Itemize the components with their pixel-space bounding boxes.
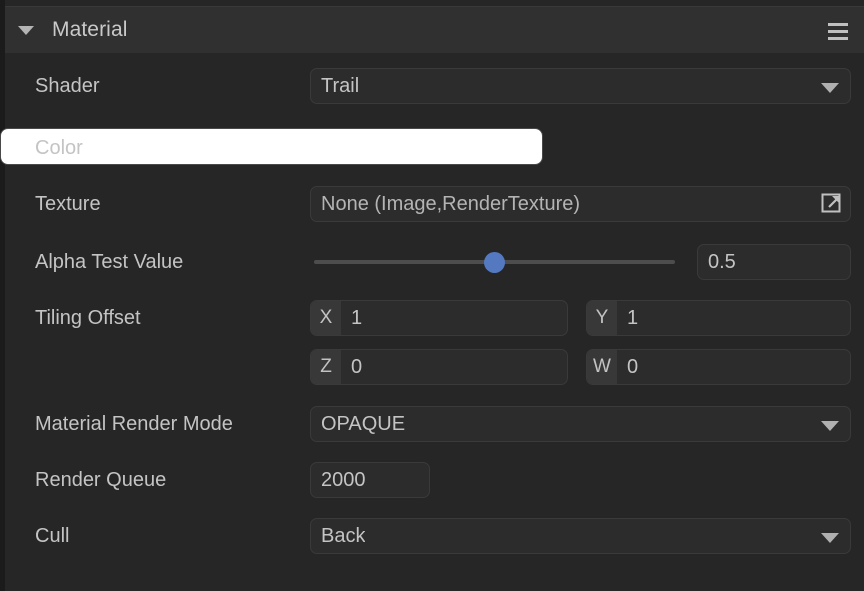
label-render-queue: Render Queue — [35, 460, 166, 500]
hamburger-bar — [828, 23, 848, 26]
texture-object-value: None (Image,RenderTexture) — [321, 187, 580, 221]
render-queue-value: 2000 — [321, 463, 366, 497]
label-alpha-test-value: Alpha Test Value — [35, 242, 183, 282]
label-shader: Shader — [35, 66, 100, 106]
label-material-render-mode: Material Render Mode — [35, 404, 233, 444]
tiling-offset-x-value: 1 — [351, 301, 362, 335]
label-tiling-offset: Tiling Offset — [35, 298, 141, 338]
tiling-offset-w-value: 0 — [627, 350, 638, 384]
tiling-offset-y-value: 1 — [627, 301, 638, 335]
triangle-down-icon[interactable] — [18, 26, 34, 35]
render-queue-input[interactable]: 2000 — [310, 462, 430, 498]
row-tiling-offset: Tiling Offset X 1 Y 1 — [0, 298, 864, 338]
chevron-down-icon — [821, 421, 839, 431]
axis-label-y: Y — [587, 301, 617, 335]
alpha-test-value-input[interactable]: 0.5 — [697, 244, 851, 280]
chevron-down-icon — [821, 533, 839, 543]
material-render-mode-value: OPAQUE — [321, 407, 405, 441]
axis-label-z: Z — [311, 350, 341, 384]
label-texture: Texture — [35, 184, 101, 224]
label-color: Color — [35, 128, 83, 168]
row-material-render-mode: Material Render Mode OPAQUE — [0, 404, 864, 444]
alpha-test-value-text: 0.5 — [708, 245, 736, 279]
chevron-down-icon — [821, 83, 839, 93]
label-cull: Cull — [35, 516, 69, 556]
shader-dropdown[interactable]: Trail — [310, 68, 851, 104]
row-render-queue: Render Queue 2000 — [0, 460, 864, 500]
hamburger-bar — [828, 30, 848, 33]
row-cull: Cull Back — [0, 516, 864, 556]
row-texture: Texture None (Image,RenderTexture) — [0, 184, 864, 224]
object-picker-icon[interactable] — [820, 192, 844, 216]
tiling-offset-w-field[interactable]: W 0 — [586, 349, 851, 385]
material-render-mode-dropdown[interactable]: OPAQUE — [310, 406, 851, 442]
tiling-offset-z-value: 0 — [351, 350, 362, 384]
hamburger-menu-icon[interactable] — [826, 19, 850, 43]
row-shader: Shader Trail — [0, 66, 864, 106]
axis-label-x: X — [311, 301, 341, 335]
hamburger-bar — [828, 37, 848, 40]
tiling-offset-x-field[interactable]: X 1 — [310, 300, 568, 336]
row-color: Color — [0, 128, 864, 168]
tiling-offset-z-field[interactable]: Z 0 — [310, 349, 568, 385]
alpha-test-slider-handle[interactable] — [484, 252, 505, 273]
tiling-offset-y-field[interactable]: Y 1 — [586, 300, 851, 336]
shader-dropdown-value: Trail — [321, 69, 359, 103]
texture-object-field[interactable]: None (Image,RenderTexture) — [310, 186, 851, 222]
axis-label-w: W — [587, 350, 617, 384]
cull-dropdown[interactable]: Back — [310, 518, 851, 554]
row-alpha-test-value: Alpha Test Value 0.5 — [0, 242, 864, 282]
material-inspector-panel: Material Shader Trail Color Texture None… — [0, 0, 864, 591]
cull-dropdown-value: Back — [321, 519, 365, 553]
row-tiling-offset-second: Z 0 W 0 — [0, 347, 864, 387]
page-title: Material — [52, 18, 128, 42]
material-component-header[interactable]: Material — [5, 6, 864, 53]
